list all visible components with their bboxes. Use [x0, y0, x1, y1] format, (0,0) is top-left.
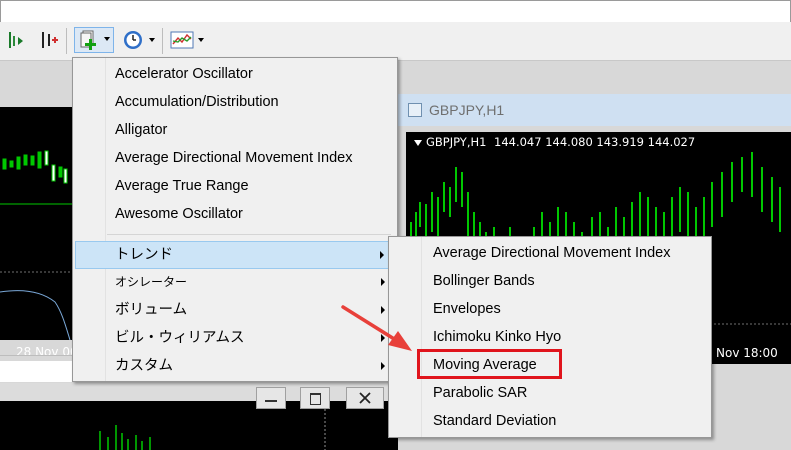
templates-button[interactable]: [170, 29, 208, 51]
submenu-item-label: Parabolic SAR: [433, 385, 528, 401]
menu-item-label: オシレーター: [115, 275, 188, 289]
submenu-item-label: Average Directional Movement Index: [433, 245, 671, 261]
submenu-item-standard-deviation[interactable]: Standard Deviation: [391, 408, 707, 434]
toolbar-separator: [66, 28, 67, 54]
left-time-label: 28 Nov 00: [16, 345, 78, 359]
indicators-icon: [80, 30, 96, 50]
toolbar: [0, 22, 791, 61]
menu-item-accelerator-oscillator[interactable]: Accelerator Oscillator: [75, 61, 393, 87]
indicators-button[interactable]: [74, 27, 114, 53]
minimize-icon: [265, 400, 277, 402]
trend-submenu: Average Directional Movement Index Bolli…: [388, 236, 712, 438]
menu-item-label: トレンド: [115, 247, 173, 263]
menu-item-average-true-range[interactable]: Average True Range: [75, 173, 393, 199]
menu-item-label: Average True Range: [115, 178, 249, 194]
right-window-titlebar[interactable]: GBPJPY,H1: [396, 94, 791, 126]
right-window-title: GBPJPY,H1: [429, 102, 505, 118]
right-time-label: Nov 18:00: [716, 346, 778, 360]
clock-button[interactable]: [122, 29, 156, 51]
submenu-item-ichimoku[interactable]: Ichimoku Kinko Hyo: [391, 324, 707, 350]
chevron-right-icon: [381, 362, 385, 370]
menu-item-label: カスタム: [115, 358, 173, 374]
menu-item-custom[interactable]: カスタム: [75, 353, 393, 379]
menu-item-volume[interactable]: ボリューム: [75, 297, 393, 323]
submenu-item-parabolic-sar[interactable]: Parabolic SAR: [391, 380, 707, 406]
chevron-right-icon: [381, 334, 385, 342]
templates-icon: [170, 31, 194, 49]
menu-item-adx[interactable]: Average Directional Movement Index: [75, 145, 393, 171]
menu-item-trend[interactable]: トレンド: [75, 241, 393, 269]
menu-item-label: Average Directional Movement Index: [115, 150, 353, 166]
chevron-down-icon: [104, 37, 110, 41]
bottom-chart-volume: [99, 401, 326, 450]
submenu-item-label: Envelopes: [433, 301, 501, 317]
chevron-down-icon: [149, 38, 155, 42]
menu-item-oscillator[interactable]: オシレーター: [75, 269, 393, 295]
chevron-right-icon: [380, 251, 384, 259]
chevron-down-icon: [198, 38, 204, 42]
highlight-box: [417, 349, 562, 379]
toolbar-separator: [162, 28, 163, 54]
bottom-window-titlebar: [0, 383, 398, 401]
close-button[interactable]: [346, 387, 384, 409]
chart-window-icon: [408, 103, 422, 117]
menu-item-label: ボリューム: [115, 302, 188, 318]
menu-separator: [107, 234, 391, 235]
chart-window-bottom[interactable]: [0, 401, 398, 450]
close-icon: [359, 392, 371, 404]
submenu-item-adx[interactable]: Average Directional Movement Index: [391, 240, 707, 266]
minimize-button[interactable]: [256, 387, 286, 409]
submenu-item-label: Ichimoku Kinko Hyo: [433, 329, 562, 345]
menu-item-label: Accumulation/Distribution: [115, 94, 279, 110]
submenu-item-bollinger-bands[interactable]: Bollinger Bands: [391, 268, 707, 294]
period-marker-icon[interactable]: [38, 29, 60, 51]
period-separator-icon[interactable]: [6, 29, 24, 51]
clock-icon: [124, 31, 142, 49]
menu-item-label: ビル・ウィリアムス: [115, 330, 245, 346]
menu-item-label: Accelerator Oscillator: [115, 66, 253, 82]
menu-item-label: Alligator: [115, 122, 168, 138]
chevron-right-icon: [381, 278, 385, 286]
indicators-menu: Accelerator Oscillator Accumulation/Dist…: [72, 57, 398, 382]
chevron-right-icon: [381, 306, 385, 314]
submenu-item-label: Bollinger Bands: [433, 273, 535, 289]
menu-item-accumulation-distribution[interactable]: Accumulation/Distribution: [75, 89, 393, 115]
menu-item-label: Awesome Oscillator: [115, 206, 243, 222]
maximize-button[interactable]: [300, 387, 330, 409]
menu-item-alligator[interactable]: Alligator: [75, 117, 393, 143]
submenu-item-label: Standard Deviation: [433, 413, 557, 429]
submenu-item-envelopes[interactable]: Envelopes: [391, 296, 707, 322]
maximize-icon: [310, 393, 321, 405]
menu-item-bill-williams[interactable]: ビル・ウィリアムス: [75, 325, 393, 351]
menu-item-awesome-oscillator[interactable]: Awesome Oscillator: [75, 201, 393, 227]
